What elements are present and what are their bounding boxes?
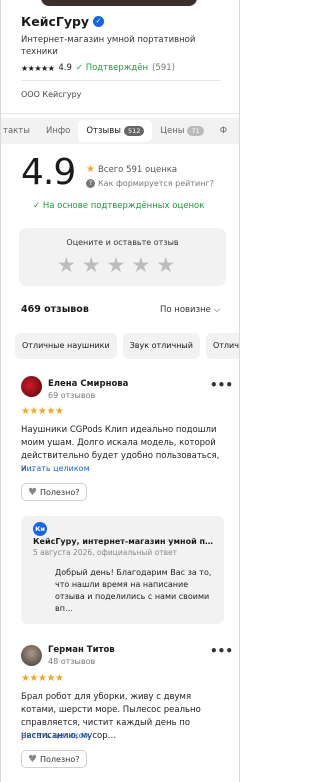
star-1-icon[interactable]: ★ bbox=[57, 253, 76, 277]
reviewer-reviews-count: 48 отзывов bbox=[48, 657, 96, 666]
star-4-icon[interactable]: ★ bbox=[131, 253, 150, 277]
tab-label: Отзывы bbox=[86, 126, 121, 136]
seller-reviews-page: КейсГуру ✓ Интернет-магазин умной портат… bbox=[0, 0, 240, 782]
tab-prices[interactable]: Цены 71 bbox=[152, 120, 211, 142]
reviewer-reviews-count: 69 отзывов bbox=[48, 391, 96, 400]
verified-ratings-label: ✓ На основе подтверждённых оценок bbox=[33, 201, 205, 211]
verified-ratings-note: ✓ На основе подтверждённых оценок bbox=[33, 201, 204, 211]
helpful-button[interactable]: ♥ Полезно? bbox=[21, 750, 87, 768]
total-ratings-row: ★ Всего 591 оценка bbox=[86, 164, 177, 175]
check-badge-icon: ✓ bbox=[93, 16, 105, 27]
confirmed-label: ✓ Подтверждён bbox=[75, 63, 149, 73]
seller-rating: 4.9 bbox=[58, 63, 72, 73]
rate-stars: ★ ★ ★ ★ ★ bbox=[57, 253, 175, 277]
seller-header: КейсГуру ✓ Интернет-магазин умной портат… bbox=[1, 0, 239, 114]
divider bbox=[21, 80, 221, 81]
tab-badge: 512 bbox=[123, 126, 145, 136]
star-3-icon[interactable]: ★ bbox=[107, 253, 126, 277]
tab-badge: 71 bbox=[187, 126, 204, 136]
helpful-label: Полезно? bbox=[39, 754, 80, 764]
rating-info-link[interactable]: ? Как формируется рейтинг? bbox=[86, 179, 214, 188]
seller-reviews-count: (591) bbox=[152, 63, 175, 73]
tab-label: Цены bbox=[160, 126, 185, 136]
sort-dropdown[interactable]: По новизне ⌵ bbox=[160, 305, 220, 315]
seller-description: Интернет-магазин умной портативной техни… bbox=[21, 35, 196, 57]
total-ratings-label: Всего 591 оценка bbox=[97, 164, 178, 175]
helpful-button[interactable]: ♥ Полезно? bbox=[21, 483, 87, 501]
tag-chip[interactable]: Звук отличный bbox=[122, 333, 200, 359]
reply-date: 5 августа 2026, официальный ответ bbox=[33, 548, 177, 557]
helpful-label: Полезно? bbox=[39, 487, 80, 497]
seller-name: КейсГуру bbox=[21, 14, 90, 29]
reviewer-name[interactable]: Герман Титов bbox=[48, 645, 115, 655]
seller-title-row: КейсГуру ✓ bbox=[21, 14, 105, 29]
star-5-icon[interactable]: ★ bbox=[156, 253, 175, 277]
review-stars: ★★★★★ bbox=[21, 673, 64, 684]
tag-chip[interactable]: Отличные наушники bbox=[15, 333, 117, 359]
review-stars: ★★★★★ bbox=[21, 406, 64, 417]
read-more-link[interactable]: Читать целиком bbox=[21, 731, 90, 740]
heart-icon: ♥ bbox=[28, 486, 37, 498]
overall-rating: 4.9 bbox=[21, 152, 76, 193]
tab-reviews[interactable]: Отзывы 512 bbox=[78, 120, 153, 142]
rating-info-label: Как формируется рейтинг? bbox=[98, 179, 214, 188]
tab-more[interactable]: Ф bbox=[212, 120, 235, 142]
tab-contacts[interactable]: такты bbox=[1, 120, 38, 142]
sort-label: По новизне bbox=[160, 305, 211, 315]
seller-reply: Ки КейсГуру, интернет-магазин умной по… … bbox=[21, 516, 224, 624]
more-icon[interactable]: ••• bbox=[210, 378, 233, 392]
reply-text: Добрый день! Благодарим Вас за то, что н… bbox=[55, 568, 212, 613]
read-more-link[interactable]: Читать целиком bbox=[21, 464, 90, 473]
seller-avatar: Ки bbox=[33, 522, 47, 536]
avatar bbox=[21, 376, 42, 397]
tab-info[interactable]: Инфо bbox=[38, 120, 78, 142]
legal-name: ООО Кейсгуру bbox=[21, 90, 82, 99]
rate-title: Оцените и оставьте отзыв bbox=[66, 238, 179, 247]
avatar bbox=[21, 645, 42, 666]
tab-label: такты bbox=[3, 126, 30, 136]
rating-stars-icon: ★★★★★ bbox=[21, 63, 55, 73]
star-2-icon[interactable]: ★ bbox=[82, 253, 101, 277]
seller-tabs: такты Инфо Отзывы 512 Цены 71 Ф bbox=[1, 118, 239, 144]
star-icon: ★ bbox=[86, 164, 95, 175]
heart-icon: ♥ bbox=[28, 753, 37, 765]
review-tag-chips: Отличные наушники Звук отличный Отлич bbox=[15, 333, 239, 359]
reviewer-name[interactable]: Елена Смирнова bbox=[48, 379, 128, 389]
more-icon[interactable]: ••• bbox=[210, 644, 233, 658]
reply-author: КейсГуру, интернет-магазин умной по… bbox=[33, 537, 218, 546]
tab-label: Ф bbox=[219, 126, 228, 136]
question-icon: ? bbox=[86, 179, 95, 188]
chevron-down-icon: ⌵ bbox=[213, 305, 221, 315]
tab-label: Инфо bbox=[45, 126, 71, 136]
seller-rating-row[interactable]: ★★★★★ 4.9 ✓ Подтверждён (591) bbox=[21, 63, 175, 73]
rate-and-review-box: Оцените и оставьте отзыв ★ ★ ★ ★ ★ bbox=[19, 228, 226, 286]
reviews-count: 469 отзывов bbox=[21, 304, 89, 315]
tag-chip[interactable]: Отлич bbox=[205, 333, 239, 359]
